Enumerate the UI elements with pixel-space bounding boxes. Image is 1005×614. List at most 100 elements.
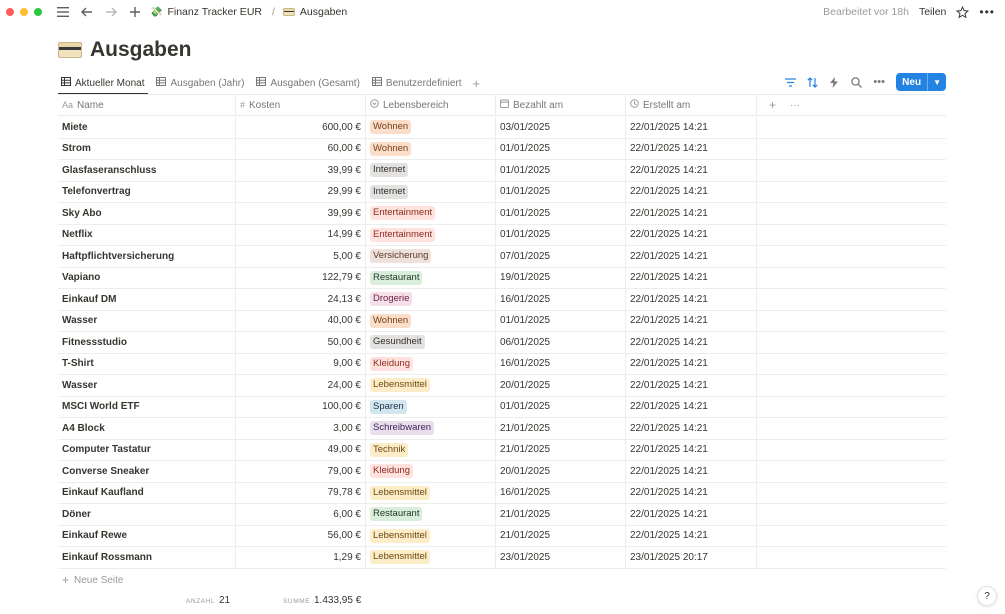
category-tag[interactable]: Kleidung [370,464,413,479]
row-title[interactable]: Einkauf Kaufland [62,487,144,498]
table-row[interactable]: Telefonvertrag 29,99 € Internet 01/01/2025 2… [58,181,946,203]
paid-date-cell[interactable]: 01/01/2025 [496,160,626,181]
cost-cell[interactable]: 9,00 € [236,353,366,374]
paid-date-cell[interactable]: 01/01/2025 [496,396,626,417]
table-row[interactable]: T-Shirt 9,00 € Kleidung 16/01/2025 22/01/202… [58,353,946,375]
row-title[interactable]: Einkauf Rossmann [62,552,152,563]
tab-aktueller-monat[interactable]: Aktueller Monat [58,72,149,95]
paid-date-cell[interactable]: 01/01/2025 [496,181,626,202]
name-cell[interactable]: Wasser [58,310,236,331]
category-tag[interactable]: Wohnen [370,313,412,328]
cost-cell[interactable]: 60,00 € [236,138,366,159]
category-tag[interactable]: Drogerie [370,292,413,307]
cost-cell[interactable]: 6,00 € [236,504,366,525]
table-row[interactable]: MSCI World ETF 100,00 € Sparen 01/01/2025 22… [58,396,946,418]
paid-date-cell[interactable]: 01/01/2025 [496,224,626,245]
table-row[interactable]: Computer Tastatur 49,00 € Technik 21/01/202… [58,439,946,461]
name-cell[interactable]: Strom [58,138,236,159]
row-title[interactable]: Wasser [62,315,97,326]
cost-cell[interactable]: 24,00 € [236,375,366,396]
paid-date-cell[interactable]: 06/01/2025 [496,332,626,353]
area-cell[interactable]: Gesundheit [366,332,496,353]
table-row[interactable]: Strom 60,00 € Wohnen 01/01/2025 22/01/2025 1… [58,138,946,160]
paid-date-cell[interactable]: 20/01/2025 [496,375,626,396]
area-cell[interactable]: Kleidung [366,353,496,374]
automation-bolt-icon[interactable] [828,76,840,88]
area-cell[interactable]: Lebensmittel [366,547,496,568]
cost-cell[interactable]: 1,29 € [236,547,366,568]
sidebar-menu-icon[interactable] [56,5,70,19]
paid-date-cell[interactable]: 01/01/2025 [496,138,626,159]
breadcrumb-page[interactable]: Ausgaben [300,6,347,18]
cost-cell[interactable]: 24,13 € [236,289,366,310]
close-window-button[interactable] [6,8,14,16]
table-row[interactable]: Einkauf Kaufland 79,78 € Lebensmittel 16/01… [58,482,946,504]
table-row[interactable]: Einkauf DM 24,13 € Drogerie 16/01/2025 22/01… [58,289,946,311]
column-header-cost[interactable]: # Kosten [236,95,366,115]
area-cell[interactable]: Drogerie [366,289,496,310]
new-button-label[interactable]: Neu [896,73,929,91]
paid-date-cell[interactable]: 16/01/2025 [496,289,626,310]
area-cell[interactable]: Restaurant [366,504,496,525]
sum-value[interactable]: 1.433,95 € [314,595,361,606]
area-cell[interactable]: Wohnen [366,138,496,159]
category-tag[interactable]: Wohnen [370,141,412,156]
row-title[interactable]: Wasser [62,380,97,391]
paid-date-cell[interactable]: 21/01/2025 [496,439,626,460]
table-row[interactable]: Netflix 14,99 € Entertainment 01/01/2025 22/… [58,224,946,246]
back-arrow-icon[interactable] [80,5,94,19]
category-tag[interactable]: Entertainment [370,206,436,221]
table-row[interactable]: Döner 6,00 € Restaurant 21/01/2025 22/01/202… [58,504,946,526]
cost-cell[interactable]: 49,00 € [236,439,366,460]
row-title[interactable]: Telefonvertrag [62,186,131,197]
name-cell[interactable]: T-Shirt [58,353,236,374]
name-cell[interactable]: Telefonvertrag [58,181,236,202]
name-cell[interactable]: Einkauf Rewe [58,525,236,546]
cost-cell[interactable]: 29,99 € [236,181,366,202]
new-entry-button[interactable]: Neu ▼ [896,73,946,91]
cost-cell[interactable]: 5,00 € [236,246,366,267]
row-title[interactable]: Haftpflichtversicherung [62,251,174,262]
name-cell[interactable]: Sky Abo [58,203,236,224]
tab-benutzerdefiniert[interactable]: Benutzerdefiniert [369,72,466,94]
tab-ausgaben-gesamt[interactable]: Ausgaben (Gesamt) [253,72,364,94]
paid-date-cell[interactable]: 21/01/2025 [496,504,626,525]
paid-date-cell[interactable]: 03/01/2025 [496,117,626,138]
row-title[interactable]: T-Shirt [62,358,94,369]
category-tag[interactable]: Lebensmittel [370,528,430,543]
name-cell[interactable]: Converse Sneaker [58,461,236,482]
area-cell[interactable]: Internet [366,160,496,181]
cost-cell[interactable]: 39,99 € [236,203,366,224]
name-cell[interactable]: Miete [58,117,236,138]
row-title[interactable]: Miete [62,122,88,133]
name-cell[interactable]: Döner [58,504,236,525]
tab-ausgaben-jahr[interactable]: Ausgaben (Jahr) [153,72,248,94]
more-options-icon[interactable]: ••• [872,76,886,88]
column-header-paid[interactable]: Bezahlt am [496,95,626,115]
column-header-name[interactable]: Aa Name [58,95,236,115]
area-cell[interactable]: Sparen [366,396,496,417]
breadcrumb-workspace[interactable]: Finanz Tracker EUR [167,6,262,18]
area-cell[interactable]: Technik [366,439,496,460]
name-cell[interactable]: Einkauf Kaufland [58,482,236,503]
category-tag[interactable]: Internet [370,184,409,199]
table-row[interactable]: Sky Abo 39,99 € Entertainment 01/01/2025 22/… [58,203,946,225]
row-title[interactable]: Vapiano [62,272,100,283]
column-header-area[interactable]: Lebensbereich [366,95,496,115]
paid-date-cell[interactable]: 01/01/2025 [496,310,626,331]
table-row[interactable]: Haftpflichtversicherung 5,00 € Versicherun… [58,246,946,268]
name-cell[interactable]: Wasser [58,375,236,396]
area-cell[interactable]: Entertainment [366,203,496,224]
category-tag[interactable]: Schreibwaren [370,421,435,436]
maximize-window-button[interactable] [34,8,42,16]
forward-arrow-icon[interactable] [104,5,118,19]
category-tag[interactable]: Gesundheit [370,335,425,350]
add-view-icon[interactable]: + [473,76,481,91]
cost-cell[interactable]: 56,00 € [236,525,366,546]
new-page-button[interactable]: + Neue Seite [62,573,124,587]
paid-date-cell[interactable]: 16/01/2025 [496,353,626,374]
row-title[interactable]: Netflix [62,229,93,240]
area-cell[interactable]: Restaurant [366,267,496,288]
row-title[interactable]: Computer Tastatur [62,444,151,455]
cost-cell[interactable]: 100,00 € [236,396,366,417]
